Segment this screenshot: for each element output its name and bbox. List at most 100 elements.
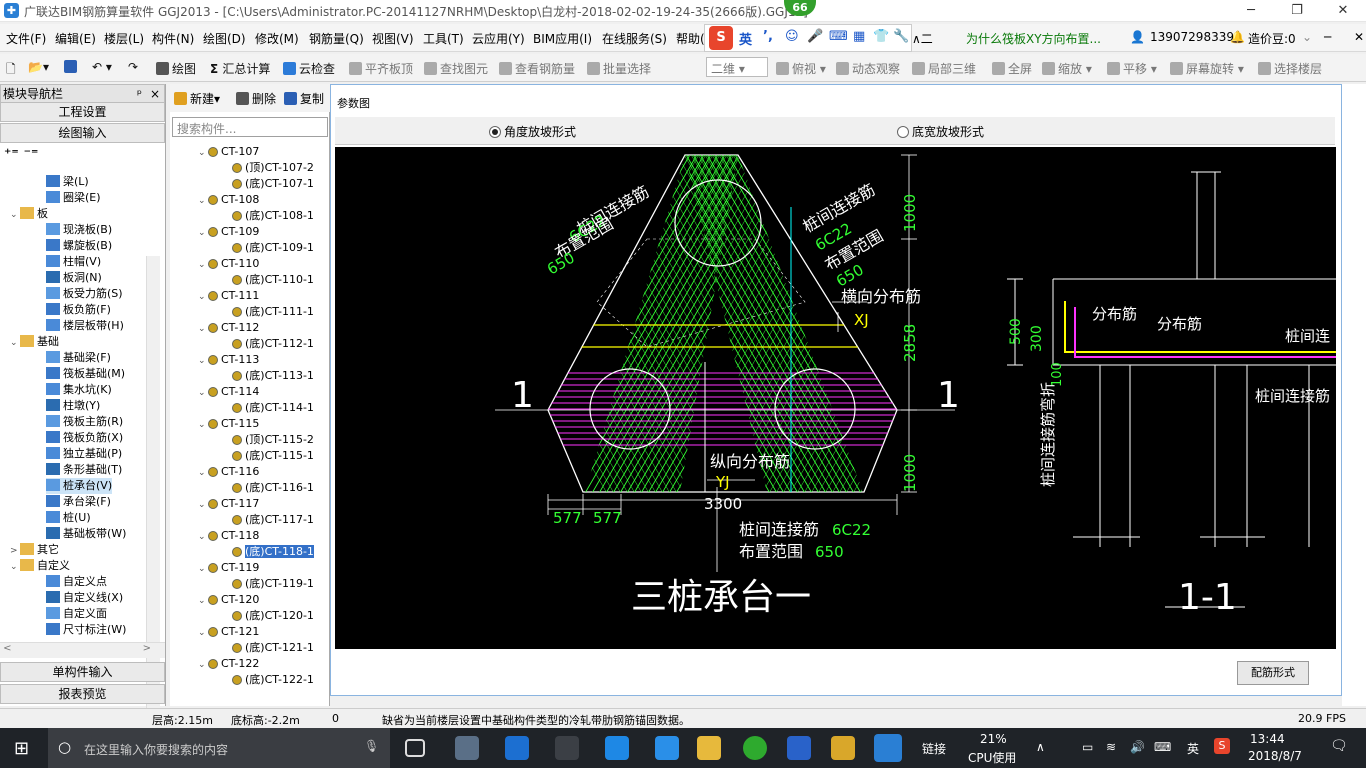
- folder-icon[interactable]: [697, 736, 721, 760]
- nav-item[interactable]: 条形基础(T): [46, 462, 122, 478]
- nav-item[interactable]: 螺旋板(B): [46, 238, 112, 254]
- component-group[interactable]: ⌄ CT-122: [198, 656, 259, 672]
- redo-icon[interactable]: ↷: [128, 60, 138, 74]
- report-preview-tab[interactable]: 报表预览: [0, 684, 165, 704]
- nav-item[interactable]: 现浇板(B): [46, 222, 112, 238]
- nav-item[interactable]: 圈梁(E): [46, 190, 101, 206]
- new-file-icon[interactable]: 🗋: [6, 60, 16, 81]
- chevron-down-icon[interactable]: ⌄: [1302, 30, 1312, 44]
- screen-rotate-button[interactable]: 屏幕旋转 ▾: [1170, 60, 1244, 77]
- menu-draw[interactable]: 绘图(D): [203, 30, 246, 47]
- nav-item[interactable]: 楼层板带(H): [46, 318, 124, 334]
- menu-tools[interactable]: 工具(T): [423, 30, 464, 47]
- nav-item[interactable]: 梁(L): [46, 174, 89, 190]
- nav-folder[interactable]: > 其它: [10, 542, 59, 558]
- ime-mode[interactable]: 英: [739, 29, 752, 48]
- ime-punct[interactable]: ’,: [763, 29, 773, 44]
- expander-icon[interactable]: ⌄: [10, 207, 20, 223]
- menu-file[interactable]: 文件(F): [6, 30, 46, 47]
- view-mode-select[interactable]: 二维 ▾: [706, 57, 768, 77]
- component-group[interactable]: ⌄ CT-113: [198, 352, 259, 368]
- nav-item[interactable]: 集水坑(K): [46, 382, 112, 398]
- local-3d-button[interactable]: 局部三维: [912, 60, 976, 77]
- doc-minimize-button[interactable]: ─: [1324, 30, 1331, 44]
- edge-icon[interactable]: [605, 736, 629, 760]
- component-group[interactable]: ⌄ CT-115: [198, 416, 259, 432]
- right-scroll-strip[interactable]: [1342, 84, 1366, 706]
- nav-item[interactable]: 自定义点: [46, 574, 107, 590]
- network-icon[interactable]: ▭: [1082, 740, 1093, 754]
- taskbar-search-box[interactable]: ○ 在这里输入你要搜索的内容 🎙: [48, 728, 390, 768]
- nav-item[interactable]: 自定义面: [46, 606, 107, 622]
- component-group[interactable]: ⌄ CT-120: [198, 592, 259, 608]
- component-item[interactable]: (顶)CT-107-2: [232, 160, 314, 176]
- component-item[interactable]: (底)CT-118-1: [232, 544, 314, 560]
- component-group[interactable]: ⌄ CT-108: [198, 192, 259, 208]
- fullscreen-button[interactable]: 全屏: [992, 60, 1032, 77]
- pin-icon[interactable]: ᵖ: [137, 85, 142, 103]
- draw-button[interactable]: 绘图: [156, 60, 196, 77]
- expander-icon[interactable]: ⌄: [198, 465, 208, 481]
- component-item[interactable]: (底)CT-113-1: [232, 368, 314, 384]
- doc-close-button[interactable]: ✕: [1354, 30, 1364, 44]
- nav-folder[interactable]: ⌄ 板: [10, 206, 48, 222]
- nav-item[interactable]: 板负筋(F): [46, 302, 111, 318]
- rebar-config-button[interactable]: 配筋形式: [1237, 661, 1309, 685]
- component-item[interactable]: (底)CT-114-1: [232, 400, 314, 416]
- find-element-button[interactable]: 查找图元: [424, 60, 488, 77]
- menu-edit[interactable]: 编辑(E): [55, 30, 96, 47]
- nav-item[interactable]: 基础板带(W): [46, 526, 126, 542]
- nav-folder[interactable]: ⌄ 基础: [10, 334, 59, 350]
- 360-icon[interactable]: [743, 736, 767, 760]
- cloud-check-button[interactable]: 云检查: [283, 60, 335, 77]
- component-item[interactable]: (底)CT-120-1: [232, 608, 314, 624]
- expander-icon[interactable]: ⌄: [198, 353, 208, 369]
- component-group[interactable]: ⌄ CT-116: [198, 464, 259, 480]
- expander-icon[interactable]: ⌄: [10, 335, 20, 351]
- single-input-tab[interactable]: 单构件输入: [0, 662, 165, 682]
- component-group[interactable]: ⌄ CT-119: [198, 560, 259, 576]
- component-item[interactable]: (底)CT-121-1: [232, 640, 314, 656]
- expander-icon[interactable]: ⌄: [198, 193, 208, 209]
- nav-item[interactable]: 板受力筋(S): [46, 286, 123, 302]
- grid-icon[interactable]: ▦: [853, 29, 865, 44]
- component-item[interactable]: (底)CT-119-1: [232, 576, 314, 592]
- keyboard-icon[interactable]: ⌨: [829, 29, 848, 44]
- nav-item[interactable]: 桩承台(V): [46, 478, 113, 494]
- drawing-input-tab[interactable]: 绘图输入: [0, 123, 165, 143]
- clock-time[interactable]: 13:44: [1250, 732, 1285, 746]
- zoom-button[interactable]: 缩放 ▾: [1042, 60, 1092, 77]
- expander-icon[interactable]: ⌄: [198, 257, 208, 273]
- volume-icon[interactable]: 🔊: [1130, 740, 1145, 754]
- component-group[interactable]: ⌄ CT-121: [198, 624, 259, 640]
- component-group[interactable]: ⌄ CT-114: [198, 384, 259, 400]
- nav-folder[interactable]: ⌄ 自定义: [10, 558, 70, 574]
- nav-item[interactable]: 筏板主筋(R): [46, 414, 123, 430]
- component-item[interactable]: (底)CT-112-1: [232, 336, 314, 352]
- sogou-tray-icon[interactable]: S: [1214, 738, 1230, 754]
- shirt-icon[interactable]: 👕: [873, 29, 889, 44]
- expander-icon[interactable]: ⌄: [10, 559, 20, 575]
- component-item[interactable]: (底)CT-117-1: [232, 512, 314, 528]
- component-item[interactable]: (底)CT-111-1: [232, 304, 314, 320]
- component-group[interactable]: ⌄ CT-117: [198, 496, 259, 512]
- dynamic-observe-button[interactable]: 动态观察: [836, 60, 900, 77]
- component-item[interactable]: (底)CT-116-1: [232, 480, 314, 496]
- expander-icon[interactable]: ⌄: [198, 289, 208, 305]
- notifications-icon[interactable]: 🗨: [1330, 738, 1348, 754]
- nav-item[interactable]: 柱帽(V): [46, 254, 101, 270]
- nav-item[interactable]: 承台梁(F): [46, 494, 111, 510]
- component-group[interactable]: ⌄ CT-111: [198, 288, 259, 304]
- expander-icon[interactable]: ⌄: [198, 529, 208, 545]
- expander-icon[interactable]: ⌄: [198, 625, 208, 641]
- component-item[interactable]: (顶)CT-115-2: [232, 432, 314, 448]
- menu-online[interactable]: 在线服务(S): [602, 30, 667, 47]
- component-group[interactable]: ⌄ CT-112: [198, 320, 259, 336]
- expander-icon[interactable]: ⌄: [198, 385, 208, 401]
- ie-icon[interactable]: [505, 736, 529, 760]
- menu-view[interactable]: 视图(V): [372, 30, 414, 47]
- menu-modify[interactable]: 修改(M): [255, 30, 299, 47]
- g-app-icon[interactable]: [787, 736, 811, 760]
- phone-number[interactable]: 13907298339: [1150, 30, 1234, 44]
- menu-component[interactable]: 构件(N): [152, 30, 194, 47]
